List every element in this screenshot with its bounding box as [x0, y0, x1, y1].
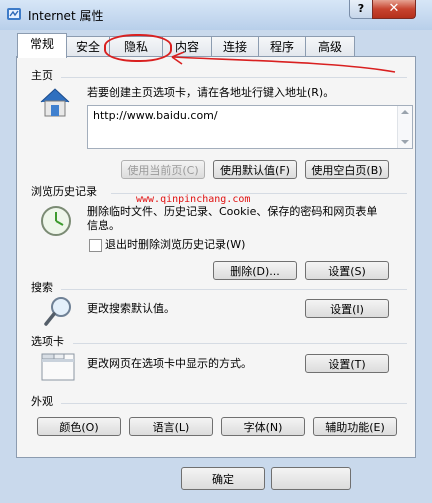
- search-description: 更改搜索默认值。: [87, 302, 175, 315]
- window-title: Internet 属性: [28, 9, 104, 23]
- homepage-address-value: http://www.baidu.com/: [93, 109, 218, 122]
- tabbed-window-icon: [41, 353, 75, 381]
- house-icon: [40, 88, 70, 117]
- close-button[interactable]: ✕: [372, 0, 416, 19]
- ok-button[interactable]: 确定: [181, 467, 265, 490]
- divider: [61, 403, 407, 404]
- accessibility-button[interactable]: 辅助功能(E): [313, 417, 397, 436]
- tabs-description: 更改网页在选项卡中显示的方式。: [87, 357, 252, 370]
- cancel-button-partial[interactable]: [271, 467, 351, 490]
- divider: [73, 343, 407, 344]
- delete-history-button[interactable]: 删除(D)...: [213, 261, 297, 280]
- use-blank-button[interactable]: 使用空白页(B): [305, 160, 389, 179]
- tabs-section-label: 选项卡: [31, 335, 64, 348]
- tabs-settings-button[interactable]: 设置(T): [305, 354, 389, 373]
- scroll-up-icon: [401, 110, 409, 114]
- delete-on-exit-checkbox[interactable]: [89, 239, 102, 252]
- search-settings-button[interactable]: 设置(I): [305, 299, 389, 318]
- homepage-description: 若要创建主页选项卡，请在各地址行键入地址(R)。: [87, 86, 335, 99]
- scroll-down-icon: [401, 140, 409, 144]
- history-description: 删除临时文件、历史记录、Cookie、保存的密码和网页表单信息。: [87, 205, 378, 232]
- tab-general[interactable]: 常规: [17, 33, 67, 58]
- history-section-label: 浏览历史记录: [31, 185, 97, 198]
- internet-explorer-icon: [7, 8, 21, 20]
- homepage-scrollbar[interactable]: [397, 106, 412, 148]
- delete-on-exit-label[interactable]: 退出时删除浏览历史记录(W): [105, 238, 245, 252]
- homepage-section-label: 主页: [31, 69, 53, 82]
- history-clock-icon: [41, 206, 71, 236]
- help-button[interactable]: ?: [349, 0, 373, 19]
- search-section-label: 搜索: [31, 281, 53, 294]
- magnifier-icon: [44, 297, 71, 326]
- general-tab-panel: 主页 若要创建主页选项卡，请在各地址行键入地址(R)。 http://www.b…: [16, 56, 416, 458]
- history-settings-button[interactable]: 设置(S): [305, 261, 389, 280]
- languages-button[interactable]: 语言(L): [129, 417, 213, 436]
- annotation-arrow: [171, 52, 396, 73]
- use-default-button[interactable]: 使用默认值(F): [213, 160, 297, 179]
- homepage-address-textarea[interactable]: http://www.baidu.com/: [87, 105, 413, 149]
- divider: [61, 289, 407, 290]
- colors-button[interactable]: 颜色(O): [37, 417, 121, 436]
- use-current-button[interactable]: 使用当前页(C): [121, 160, 205, 179]
- fonts-button[interactable]: 字体(N): [221, 417, 305, 436]
- watermark-text: www.qinpinchang.com: [136, 194, 251, 205]
- appearance-section-label: 外观: [31, 395, 53, 408]
